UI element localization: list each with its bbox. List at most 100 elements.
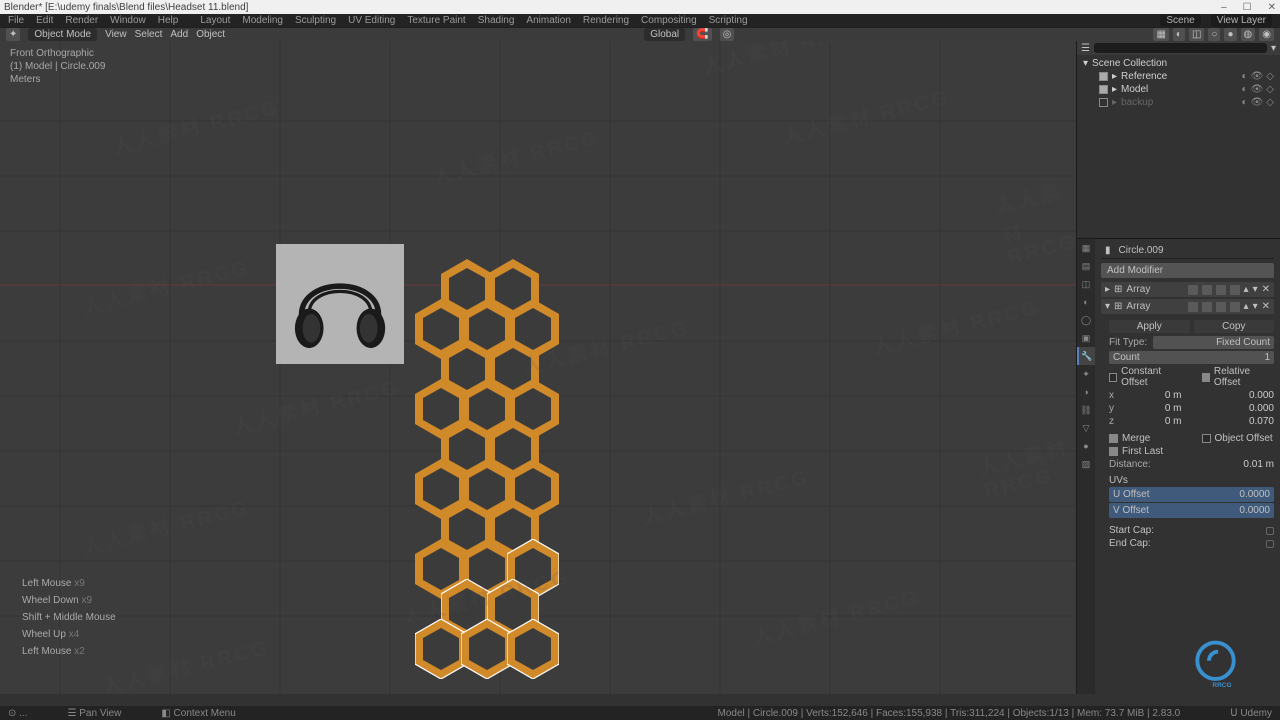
modifier-array-2[interactable]: ▾⊞ Array ▴▾✕ (1101, 299, 1274, 314)
props-physics[interactable]: ◑ (1077, 383, 1095, 401)
copy-button[interactable]: Copy (1194, 320, 1275, 333)
collection-backup[interactable]: ▸ backup ◐👁◇ (1081, 96, 1276, 109)
mod-edit-icon[interactable] (1216, 285, 1226, 295)
maximize-button[interactable]: ☐ (1243, 2, 1252, 13)
rel-z-field[interactable]: 0.070 (1249, 416, 1274, 427)
hexagon-cell[interactable] (507, 619, 559, 679)
proportional-icon[interactable]: ◎ (720, 28, 735, 41)
props-scene[interactable]: ◐ (1077, 293, 1095, 311)
mod-cage-icon[interactable] (1230, 302, 1240, 312)
mod-realtime-icon[interactable] (1202, 302, 1212, 312)
workspace-texturepaint[interactable]: Texture Paint (407, 15, 465, 26)
rel-x-field[interactable]: 0.000 (1249, 390, 1274, 401)
overlay-icon[interactable]: ◐ (1173, 28, 1185, 41)
gizmo-icon[interactable]: ▦ (1153, 28, 1168, 41)
fit-type-select[interactable]: Fixed Count (1153, 336, 1274, 349)
shading-wire-icon[interactable]: ○ (1208, 28, 1220, 41)
merge-check[interactable] (1109, 434, 1118, 443)
modifier-array-1[interactable]: ▸⊞ Array ▴▾✕ (1101, 282, 1274, 297)
outliner-search[interactable] (1094, 43, 1267, 53)
mod-remove-icon[interactable]: ✕ (1262, 301, 1270, 312)
minimize-button[interactable]: – (1221, 2, 1227, 13)
editor-type-icon[interactable]: ✦ (6, 28, 20, 41)
mod-down-icon[interactable]: ▾ (1253, 284, 1258, 295)
orientation-selector[interactable]: Global (644, 28, 685, 41)
u-offset-field[interactable]: U Offset0.0000 (1109, 487, 1274, 502)
rel-y-field[interactable]: 0.000 (1249, 403, 1274, 414)
props-viewlayer[interactable]: ◫ (1077, 275, 1095, 293)
props-data[interactable]: ▽ (1077, 419, 1095, 437)
workspace-layout[interactable]: Layout (200, 15, 230, 26)
menu-view[interactable]: View (105, 29, 127, 40)
viewlayer-selector[interactable]: View Layer (1211, 14, 1272, 27)
props-particle[interactable]: ✦ (1077, 365, 1095, 383)
collection-reference[interactable]: ▸ Reference ◐👁◇ (1081, 70, 1276, 83)
mod-down-icon[interactable]: ▾ (1253, 301, 1258, 312)
outliner-type-icon[interactable]: ☰ (1081, 43, 1090, 54)
mod-cage-icon[interactable] (1230, 285, 1240, 295)
snap-icon[interactable]: 🧲 (693, 28, 711, 41)
apply-button[interactable]: Apply (1109, 320, 1190, 333)
breadcrumb-object[interactable]: Circle.009 (1119, 245, 1164, 256)
workspace-animation[interactable]: Animation (526, 15, 570, 26)
scene-selector[interactable]: Scene (1160, 14, 1200, 27)
constant-offset-check[interactable] (1109, 373, 1117, 382)
mod-remove-icon[interactable]: ✕ (1262, 284, 1270, 295)
close-button[interactable]: ✕ (1268, 2, 1276, 13)
filter-icon[interactable]: ▾ (1271, 43, 1276, 54)
shading-matprev-icon[interactable]: ◍ (1241, 28, 1256, 41)
end-cap-field[interactable] (1266, 540, 1274, 548)
shading-rendered-icon[interactable]: ◉ (1259, 28, 1274, 41)
menu-object[interactable]: Object (196, 29, 225, 40)
collection-label: Reference (1121, 71, 1167, 82)
props-output[interactable]: ▤ (1077, 257, 1095, 275)
props-constraint[interactable]: ⛓ (1077, 401, 1095, 419)
props-modifier[interactable]: 🔧 (1077, 347, 1095, 365)
mod-up-icon[interactable]: ▴ (1244, 301, 1249, 312)
workspace-modeling[interactable]: Modeling (242, 15, 283, 26)
shading-solid-icon[interactable]: ● (1224, 28, 1236, 41)
count-field[interactable]: Count 1 (1109, 351, 1274, 364)
menu-window[interactable]: Window (110, 15, 146, 26)
props-texture[interactable]: ▨ (1077, 455, 1095, 473)
mode-selector[interactable]: Object Mode (28, 28, 97, 41)
add-modifier-button[interactable]: Add Modifier (1101, 263, 1274, 278)
hexagon-cell[interactable] (461, 619, 513, 679)
props-render[interactable]: ▦ (1077, 239, 1095, 257)
relative-offset-check[interactable] (1202, 373, 1210, 382)
3d-viewport[interactable]: Front Orthographic (1) Model | Circle.00… (0, 41, 1076, 694)
workspace-rendering[interactable]: Rendering (583, 15, 629, 26)
workspace-compositing[interactable]: Compositing (641, 15, 697, 26)
scene-collection[interactable]: ▾Scene Collection (1081, 57, 1276, 70)
object-offset-check[interactable] (1202, 434, 1211, 443)
menu-file[interactable]: File (8, 15, 24, 26)
props-object[interactable]: ▣ (1077, 329, 1095, 347)
workspace-scripting[interactable]: Scripting (709, 15, 748, 26)
end-cap-label: End Cap: (1109, 538, 1151, 549)
mod-realtime-icon[interactable] (1202, 285, 1212, 295)
array-icon: ⊞ (1114, 284, 1122, 295)
menu-help[interactable]: Help (158, 15, 179, 26)
v-offset-field[interactable]: V Offset0.0000 (1109, 503, 1274, 518)
mod-render-icon[interactable] (1188, 302, 1198, 312)
collection-label: backup (1121, 97, 1153, 108)
workspace-shading[interactable]: Shading (478, 15, 515, 26)
mod-render-icon[interactable] (1188, 285, 1198, 295)
hexagon-cell[interactable] (415, 619, 467, 679)
collection-model[interactable]: ▸ Model ◐👁◇ (1081, 83, 1276, 96)
props-world[interactable]: ◯ (1077, 311, 1095, 329)
props-material[interactable]: ● (1077, 437, 1095, 455)
xray-icon[interactable]: ◫ (1189, 28, 1204, 41)
menu-edit[interactable]: Edit (36, 15, 53, 26)
menu-render[interactable]: Render (65, 15, 98, 26)
reference-image[interactable] (276, 244, 404, 364)
first-last-check[interactable] (1109, 447, 1118, 456)
workspace-uvediting[interactable]: UV Editing (348, 15, 395, 26)
menu-select[interactable]: Select (135, 29, 163, 40)
menu-add[interactable]: Add (170, 29, 188, 40)
mod-up-icon[interactable]: ▴ (1244, 284, 1249, 295)
mod-edit-icon[interactable] (1216, 302, 1226, 312)
distance-field[interactable]: 0.01 m (1243, 459, 1274, 470)
start-cap-field[interactable] (1266, 527, 1274, 535)
workspace-sculpting[interactable]: Sculpting (295, 15, 336, 26)
